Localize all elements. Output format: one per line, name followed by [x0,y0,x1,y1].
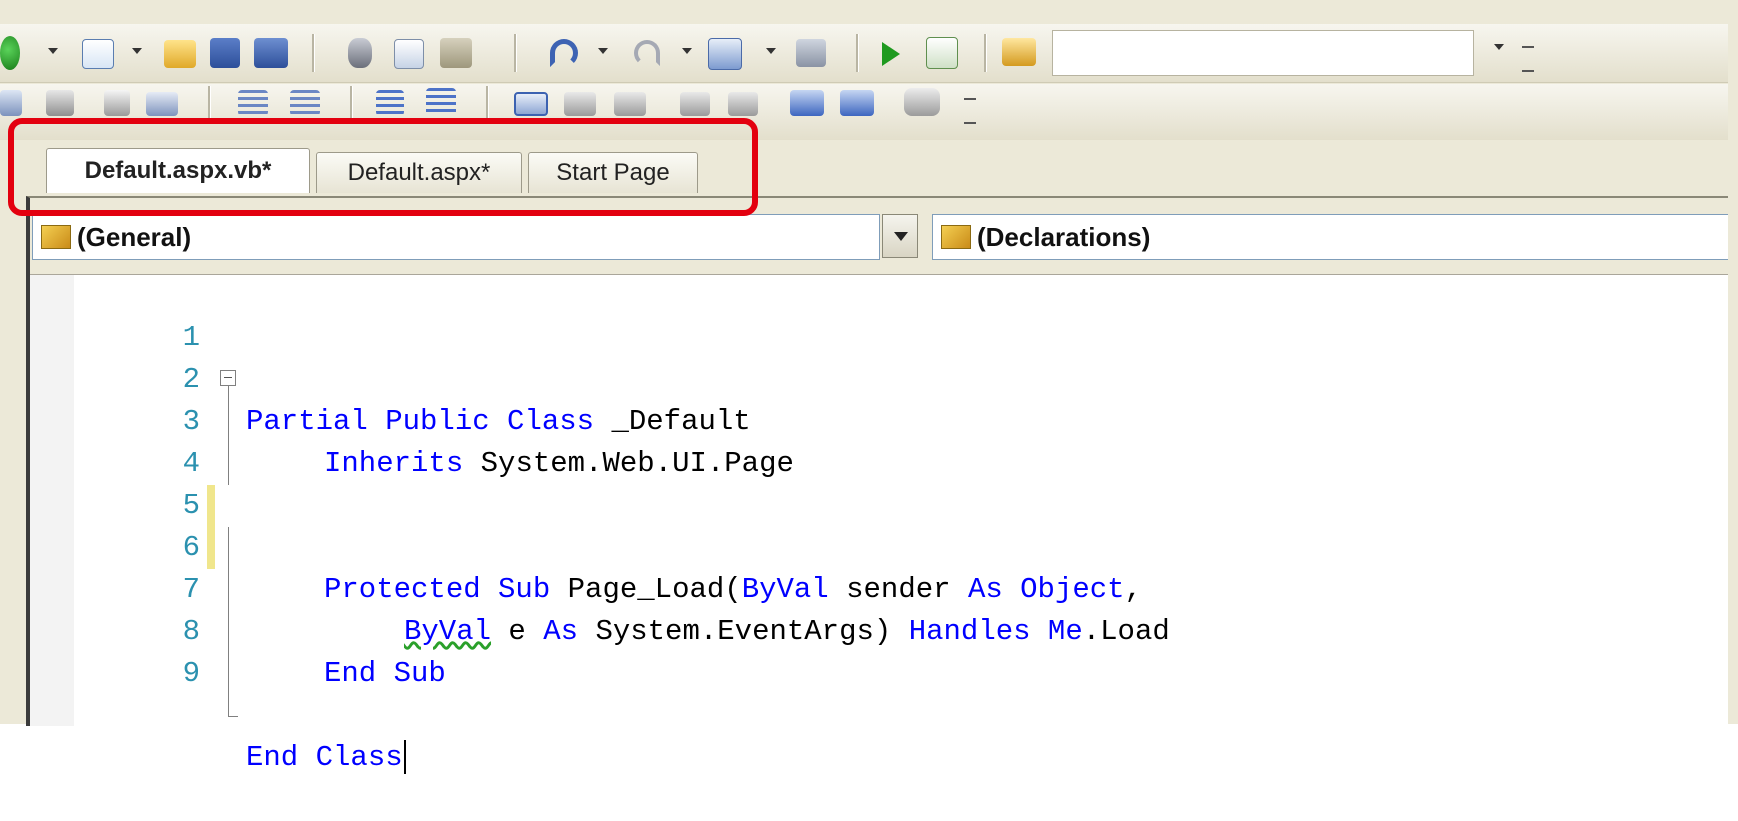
new-project-icon[interactable] [82,39,114,69]
find-combo-box[interactable] [1052,30,1474,76]
code-line[interactable]: 6 [30,485,1730,611]
uncomment-icon[interactable] [426,88,456,116]
window-edge [1728,0,1738,724]
undo-icon[interactable] [550,39,578,67]
chevron-down-icon[interactable] [766,48,776,54]
find-icon[interactable] [796,39,826,67]
save-icon[interactable] [210,38,240,68]
method-name-value: (Declarations) [977,221,1151,252]
chevron-down-icon[interactable] [48,48,58,54]
toolbar-separator [312,34,315,72]
toolbar-separator [514,34,517,72]
text-caret [403,740,406,775]
ide-window: Default.aspx.vb* Default.aspx* Start Pag… [0,0,1738,775]
properties-icon[interactable] [840,90,874,116]
toolbar2-icon-1[interactable] [0,90,22,116]
globe-icon[interactable] [0,36,20,70]
code-line[interactable]: 2 Inherits System.Web.UI.Page [30,317,1730,480]
cut-icon[interactable] [348,38,372,68]
pointer-icon[interactable] [104,90,130,116]
comment-bubble-icon[interactable] [904,88,940,116]
find-in-files-icon[interactable] [926,37,958,69]
code-line[interactable]: 5 ByVal e As System.EventArgs) Handles M… [30,443,1730,648]
indent-icon[interactable] [290,90,320,116]
bookmark-folder-next-icon[interactable] [728,92,758,116]
redo-icon[interactable] [634,40,660,66]
class-icon [41,225,71,249]
class-name-dropdown[interactable]: (General) [32,214,880,260]
bookmark-prev-icon[interactable] [564,92,596,116]
keyword: End Sub [324,657,446,690]
comment-icon[interactable] [376,90,404,116]
outdent-icon[interactable] [238,90,268,116]
start-debug-icon[interactable] [882,42,900,66]
chevron-down-icon[interactable] [682,48,692,54]
outline-end-guide [220,695,242,737]
code-line[interactable]: 7 End Sub [30,527,1730,690]
code-editor-frame: (General) (Declarations) 1 Partial Publi… [26,196,1738,775]
standard-toolbar [0,24,1738,83]
toolbar-separator [350,86,353,118]
keyword: End Class [246,741,403,774]
toolbar2-icon-2[interactable] [46,90,74,116]
code-line[interactable]: 4 Protected Sub Page_Load(ByVal sender A… [30,401,1730,606]
code-line[interactable]: 1 Partial Public Class _Default [30,275,1730,438]
bookmark-next-icon[interactable] [614,92,646,116]
toolbar-separator [984,34,987,72]
outline-guide [220,653,242,695]
bookmark-icon[interactable] [514,92,548,116]
chevron-down-icon[interactable] [598,48,608,54]
method-name-dropdown[interactable]: (Declarations) [932,214,1734,260]
toolbar-separator [856,34,859,72]
bookmark-clear-icon[interactable] [790,90,824,116]
paste-icon[interactable] [440,38,472,68]
class-dropdown-button[interactable] [882,214,918,258]
toolbar-separator [486,86,489,118]
line-number: 9 [182,657,200,690]
chevron-down-icon[interactable] [132,48,142,54]
chevron-down-icon[interactable] [1494,44,1504,50]
toolbar-overflow-grip-icon[interactable] [964,98,976,124]
code-text-area[interactable]: 1 Partial Public Class _Default 2 Inheri… [30,275,1738,775]
open-file-icon[interactable] [164,40,196,68]
tools-icon[interactable] [1002,38,1036,66]
bookmark-folder-icon[interactable] [680,92,710,116]
font-size-icon[interactable] [146,92,178,116]
toolbar-separator [208,86,211,118]
chevron-down-icon [894,232,908,241]
save-all-icon[interactable] [254,38,288,68]
copy-icon[interactable] [394,39,424,69]
code-line[interactable]: 8 [30,569,1730,695]
code-line[interactable]: 3 [30,359,1730,485]
tab-highlight-annotation [8,118,758,216]
class-name-value: (General) [77,221,192,252]
toolbar-overflow-grip-icon[interactable] [1522,46,1534,72]
code-line[interactable]: 9 End Class [30,611,1730,775]
declarations-icon [941,225,971,249]
navigate-icon[interactable] [708,38,742,70]
